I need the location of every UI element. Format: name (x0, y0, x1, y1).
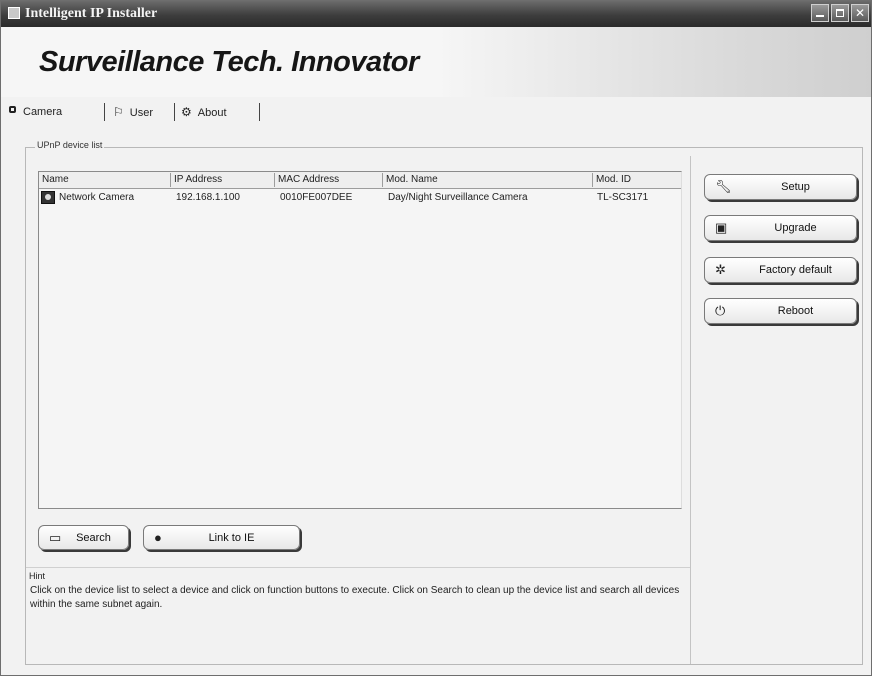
brand-banner: Surveillance Tech. Innovator (1, 27, 871, 97)
device-list[interactable]: Name IP Address MAC Address Mod. Name Mo… (38, 171, 682, 509)
column-header-mac[interactable]: MAC Address (275, 173, 383, 187)
title-bar[interactable]: Intelligent IP Installer ✕ (1, 1, 871, 27)
factory-default-button[interactable]: ✲ Factory default (704, 257, 857, 283)
upgrade-button-label: Upgrade (774, 222, 817, 234)
camera-tab-marker-icon (9, 106, 16, 113)
power-icon: ⏻ (715, 303, 726, 318)
cell-mac: 0010FE007DEE (280, 192, 353, 203)
hint-text: Click on the device list to select a dev… (30, 585, 680, 610)
close-icon: ✕ (854, 6, 866, 20)
cell-name: Network Camera (59, 192, 135, 203)
tab-camera[interactable]: Camera (23, 101, 62, 123)
maximize-icon (836, 9, 844, 17)
setup-button-label: Setup (781, 181, 810, 193)
upgrade-button[interactable]: ▣ Upgrade (704, 215, 857, 241)
cell-mod-id: TL-SC3171 (597, 192, 649, 203)
link-to-ie-button-label: Link to IE (208, 532, 255, 544)
column-header-name[interactable]: Name (39, 173, 171, 187)
sidebar-divider (690, 156, 691, 664)
reboot-button-label: Reboot (777, 305, 814, 317)
link-to-ie-button[interactable]: ● Link to IE (143, 525, 300, 550)
tab-bar: Camera ⚐ User ⚙ About (1, 97, 871, 127)
minimize-icon (816, 15, 824, 17)
app-icon (8, 7, 20, 19)
network-camera-icon (41, 191, 55, 204)
device-list-header: Name IP Address MAC Address Mod. Name Mo… (39, 172, 681, 189)
tab-about-label: About (197, 107, 227, 119)
user-icon: ⚐ (113, 105, 124, 119)
device-list-group-label: UPnP device list (35, 140, 105, 150)
hint-divider (26, 567, 690, 568)
tab-camera-label: Camera (23, 106, 63, 118)
search-button-label: Search (76, 532, 111, 544)
upgrade-icon: ▣ (715, 220, 728, 235)
gear-icon: ✲ (715, 262, 726, 277)
factory-default-button-label: Factory default (759, 264, 832, 276)
cell-ip: 192.168.1.100 (176, 192, 240, 203)
cell-mod-name: Day/Night Surveillance Camera (388, 192, 528, 203)
column-header-mod-id[interactable]: Mod. ID (593, 173, 681, 187)
info-icon: ⚙ (181, 105, 192, 119)
column-header-mod-name[interactable]: Mod. Name (383, 173, 593, 187)
app-window: Intelligent IP Installer ✕ Surveillance … (0, 0, 872, 676)
search-button[interactable]: ▭ Search (38, 525, 129, 550)
reboot-button[interactable]: ⏻ Reboot (704, 298, 857, 324)
browser-icon: ● (154, 530, 162, 545)
tab-divider (104, 103, 105, 121)
brand-title: Surveillance Tech. Innovator (39, 46, 419, 78)
table-row[interactable]: Network Camera 192.168.1.100 0010FE007DE… (39, 190, 681, 206)
wrench-icon: 🔧︎ (715, 179, 732, 194)
tab-divider (174, 103, 175, 121)
window-title: Intelligent IP Installer (25, 6, 158, 21)
close-button[interactable]: ✕ (851, 4, 869, 22)
tab-user[interactable]: ⚐ User (113, 101, 153, 123)
minimize-button[interactable] (811, 4, 829, 22)
hint-label: Hint (29, 571, 46, 581)
column-header-ip[interactable]: IP Address (171, 173, 275, 187)
tab-about[interactable]: ⚙ About (181, 101, 227, 123)
setup-button[interactable]: 🔧︎ Setup (704, 174, 857, 200)
tab-user-label: User (129, 107, 153, 119)
tab-divider (259, 103, 260, 121)
maximize-button[interactable] (831, 4, 849, 22)
